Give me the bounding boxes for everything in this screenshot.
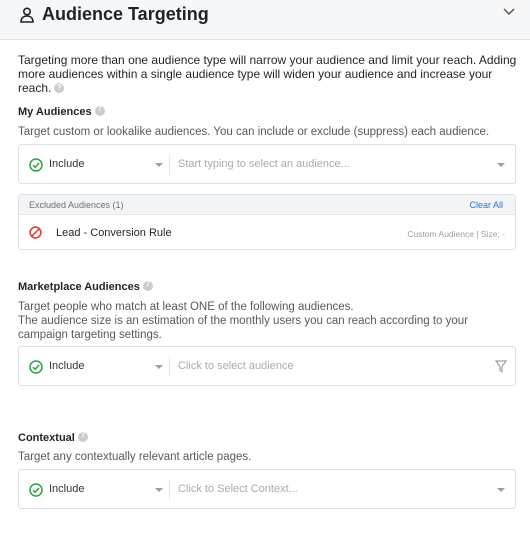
context-select-input[interactable]: Click to Select Context... — [178, 483, 298, 495]
section-title: Audience Targeting — [42, 4, 209, 24]
section-header[interactable]: Audience Targeting — [0, 0, 530, 40]
include-dropdown[interactable]: Include — [49, 360, 84, 372]
person-icon — [20, 7, 34, 23]
exclude-icon[interactable] — [29, 226, 42, 239]
intro-text: Targeting more than one audience type wi… — [18, 53, 518, 95]
caret-down-icon[interactable] — [155, 365, 163, 369]
include-dropdown[interactable]: Include — [49, 158, 84, 170]
my-audiences-title: My Audiences — [18, 104, 105, 118]
check-circle-icon — [29, 158, 43, 172]
excluded-audience-name: Lead - Conversion Rule — [56, 227, 172, 239]
divider — [169, 155, 170, 175]
divider — [169, 480, 170, 500]
excluded-audiences-panel: Excluded Audiences (1) Clear All Lead - … — [18, 194, 516, 250]
marketplace-audience-input[interactable]: Click to select audience — [178, 360, 294, 372]
help-icon[interactable] — [77, 430, 88, 442]
audience-search-input[interactable]: Start typing to select an audience... — [178, 158, 350, 170]
caret-down-icon[interactable] — [155, 163, 163, 167]
help-icon[interactable] — [54, 81, 65, 95]
contextual-description: Target any contextually relevant article… — [18, 451, 252, 463]
marketplace-description: Target people who match at least ONE of … — [18, 301, 469, 341]
help-icon[interactable] — [94, 104, 105, 116]
include-dropdown[interactable]: Include — [49, 483, 84, 495]
marketplace-select[interactable]: Include Click to select audience — [18, 346, 516, 386]
filter-icon[interactable] — [495, 360, 507, 373]
marketplace-audiences-title: Marketplace Audiences — [18, 279, 153, 293]
excluded-header: Excluded Audiences (1) Clear All — [19, 195, 515, 215]
check-circle-icon — [29, 483, 43, 497]
caret-down-icon[interactable] — [497, 163, 505, 167]
caret-down-icon[interactable] — [155, 488, 163, 492]
chevron-down-icon[interactable] — [502, 6, 516, 18]
my-audiences-select[interactable]: Include Start typing to select an audien… — [18, 144, 516, 184]
check-circle-icon — [29, 360, 43, 374]
divider — [169, 357, 170, 377]
my-audiences-description: Target custom or lookalike audiences. Yo… — [18, 126, 490, 138]
excluded-count-label: Excluded Audiences (1) — [29, 200, 124, 210]
excluded-audience-meta: Custom Audience | Size: - — [407, 229, 505, 239]
caret-down-icon[interactable] — [497, 488, 505, 492]
clear-all-link[interactable]: Clear All — [469, 200, 503, 210]
contextual-select[interactable]: Include Click to Select Context... — [18, 469, 516, 509]
help-icon[interactable] — [142, 279, 153, 291]
contextual-title: Contextual — [18, 430, 88, 444]
